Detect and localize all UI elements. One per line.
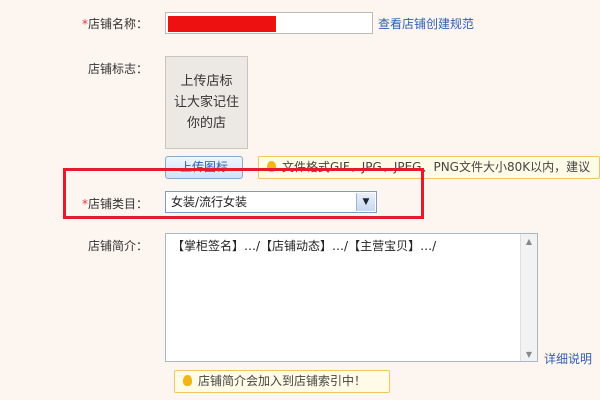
scroll-up-icon[interactable]: ▲ <box>521 234 537 248</box>
shop-category-value: 女装/流行女装 <box>171 195 248 209</box>
chevron-down-icon[interactable]: ▼ <box>356 193 375 211</box>
intro-index-tip: 店铺简介会加入到店铺索引中！ <box>174 370 390 393</box>
shop-logo-label: 店铺标志： <box>87 62 148 76</box>
redacted-shop-name <box>168 16 276 32</box>
shop-intro-textarea[interactable]: 【掌柜签名】…/【店铺动态】…/【主营宝贝】…/ ▲ ▼ <box>165 233 538 362</box>
shop-category-label-text: 店铺类目： <box>87 197 148 211</box>
shop-category-label: *店铺类目： <box>78 195 148 212</box>
logo-placeholder-line: 你的店 <box>186 116 226 131</box>
logo-placeholder-line: 让大家记住 <box>173 95 239 110</box>
shop-category-select[interactable]: 女装/流行女装 ▼ <box>165 191 377 213</box>
scroll-down-icon[interactable]: ▼ <box>521 347 537 361</box>
logo-placeholder[interactable]: 上传店标 让大家记住 你的店 <box>165 56 248 149</box>
shop-name-label: *店铺名称： <box>78 15 148 32</box>
shop-name-label-text: 店铺名称： <box>87 17 148 31</box>
logo-placeholder-line: 上传店标 <box>180 74 233 89</box>
shop-intro-label: 店铺简介： <box>87 239 148 253</box>
shop-rules-link[interactable]: 查看店铺创建规范 <box>378 15 474 32</box>
textarea-scrollbar[interactable]: ▲ ▼ <box>520 234 537 361</box>
lightbulb-icon <box>183 375 192 386</box>
intro-index-tip-text: 店铺简介会加入到店铺索引中！ <box>198 374 367 388</box>
intro-detail-link[interactable]: 详细说明 <box>544 350 592 367</box>
shop-intro-text: 【掌柜签名】…/【店铺动态】…/【主营宝贝】…/ <box>172 239 437 253</box>
